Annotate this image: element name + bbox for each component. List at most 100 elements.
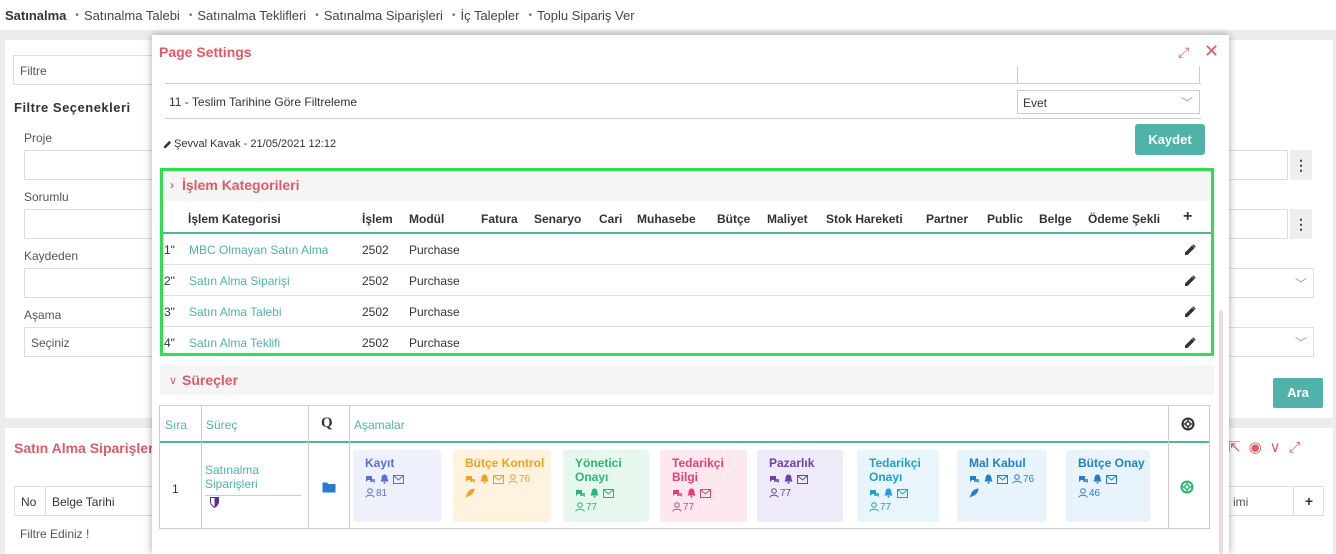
stage-count: 77 [586,502,598,513]
stage-count: 77 [683,502,695,513]
stage-card[interactable]: Tedarikçi Bilgi 77 [660,450,747,522]
chat-icon[interactable] [672,488,687,499]
add-icon[interactable]: + [1305,493,1313,509]
setting-row: 11 - Teslim Tarihine Göre Filtreleme Eve… [165,85,1201,119]
stage-count: 46 [1089,488,1101,499]
pencil-icon [163,140,172,148]
rocket-icon[interactable] [969,488,983,499]
right-select-2[interactable]: ﹀ [1228,327,1314,357]
nav-item-satinalma-talebi[interactable]: Satınalma Talebi [84,8,180,23]
chat-icon[interactable] [1078,474,1093,485]
nav-item-satinalma-siparisleri[interactable]: Satınalma Siparişleri [324,8,443,23]
category-link[interactable]: Satın Alma Talebi [189,305,282,319]
col-belge: Belge [1039,212,1072,226]
stage-card[interactable]: Bütçe Onay 46 [1066,450,1150,522]
col-islem-kategorisi: İşlem Kategorisi [188,212,281,226]
more-options-icon[interactable]: ⋮ [1290,150,1312,180]
filter-options-title: Filtre Seçenekleri [14,100,131,115]
category-link[interactable]: Satın Alma Teklifi [189,336,280,350]
mail-icon[interactable] [700,488,715,499]
right-input-2[interactable] [1228,209,1288,239]
stage-icons: 76 [969,473,1047,501]
eye-icon[interactable]: ◉ [1249,439,1262,456]
chevron-down-icon[interactable]: ∨ [1270,439,1281,456]
stage-card[interactable]: Tedarikçi Onayı 77 [857,450,939,522]
asama-select[interactable]: Seçiniz [24,327,164,357]
edit-icon[interactable] [1184,306,1196,318]
export-icon[interactable]: ⇱ [1228,439,1241,456]
chat-icon[interactable] [465,474,480,485]
close-icon[interactable]: ✕ [1204,41,1219,62]
stage-icons: 77 [769,473,843,501]
right-input-1[interactable] [1228,150,1288,180]
chat-icon[interactable] [969,474,984,485]
bell-icon[interactable] [1093,474,1106,485]
save-button[interactable]: Kaydet [1135,124,1205,155]
bell-icon[interactable] [480,474,493,485]
proje-input[interactable] [24,150,164,180]
stage-card[interactable]: Mal Kabul 76 [957,450,1047,522]
stage-count: 77 [780,488,792,499]
bell-icon[interactable] [984,474,997,485]
search-button[interactable]: Ara [1273,378,1323,408]
col-public: Public [987,212,1024,226]
col-surec: Süreç [206,418,238,432]
stage-count: 81 [376,488,388,499]
chat-icon[interactable] [365,474,380,485]
stage-card[interactable]: Pazarlık 77 [757,450,843,522]
orders-toolbar: ⇱ ◉ ∨ ⤢ [1228,438,1309,456]
col-islem: İşlem [362,212,393,226]
more-options-icon[interactable]: ⋮ [1290,209,1312,239]
edit-icon[interactable] [1184,275,1196,287]
nav-item-satinalma-teklifleri[interactable]: Satınalma Teklifleri [197,8,306,23]
nav-item-ic-talepler[interactable]: İç Talepler [460,8,519,23]
bell-icon[interactable] [380,474,393,485]
chat-icon[interactable] [869,488,884,499]
setting-select[interactable]: Evet ﹀ [1017,90,1200,114]
stage-card[interactable]: Bütçe Kontrol 76 [453,450,551,522]
categories-header[interactable]: › İşlem Kategorileri [163,171,1211,201]
expand-icon[interactable]: ⤢ [1289,439,1301,456]
filter-input[interactable]: Filtre [13,55,163,85]
edit-icon[interactable] [1184,337,1196,349]
folder-icon[interactable] [322,481,336,493]
stage-card[interactable]: Kayıt 81 [353,450,441,522]
bell-icon[interactable] [687,488,700,499]
kaydeden-input[interactable] [24,268,164,298]
mail-icon[interactable] [997,474,1012,485]
sorumlu-input[interactable] [24,209,164,239]
processes-header[interactable]: ∨ Süreçler [160,365,1214,395]
process-name-link[interactable]: Satınalma Siparişleri [205,463,301,496]
mail-icon[interactable] [393,474,408,485]
chat-icon[interactable] [769,474,784,485]
mail-icon[interactable] [797,474,812,485]
scrollbar[interactable] [1219,310,1223,554]
lifebuoy-icon[interactable] [1181,417,1195,431]
processes-table: Sıra Süreç Q Aşamalar 1 Satınalma Sipari… [159,405,1210,529]
category-modul: Purchase [409,243,460,257]
nav-item-toplu-siparis[interactable]: Toplu Sipariş Ver [537,8,635,23]
bell-icon[interactable] [784,474,797,485]
rocket-icon[interactable] [465,488,479,499]
right-select-1[interactable]: ﹀ [1228,268,1314,298]
divider [349,406,350,528]
bell-icon[interactable] [884,488,897,499]
stage-count: 76 [1023,474,1035,485]
nav-item-satinalma[interactable]: Satınalma [5,8,66,23]
stage-card[interactable]: Yönetici Onayı 77 [563,450,649,522]
stage-name: Bütçe Onay [1078,456,1145,470]
row-number: 4" [164,336,175,350]
category-link[interactable]: MBC Olmayan Satın Alma [189,243,328,257]
mail-icon[interactable] [493,474,508,485]
edit-icon[interactable] [1184,244,1196,256]
category-link[interactable]: Satın Alma Siparişi [189,274,290,288]
add-category-icon[interactable]: + [1183,208,1192,226]
bell-icon[interactable] [590,488,603,499]
chat-icon[interactable] [575,488,590,499]
orders-title: Satın Alma Siparişleri [14,440,158,456]
lifebuoy-icon[interactable] [1180,480,1194,494]
mail-icon[interactable] [897,488,912,499]
mail-icon[interactable] [603,488,618,499]
mail-icon[interactable] [1106,474,1121,485]
setting-select-partial[interactable] [1017,66,1200,84]
